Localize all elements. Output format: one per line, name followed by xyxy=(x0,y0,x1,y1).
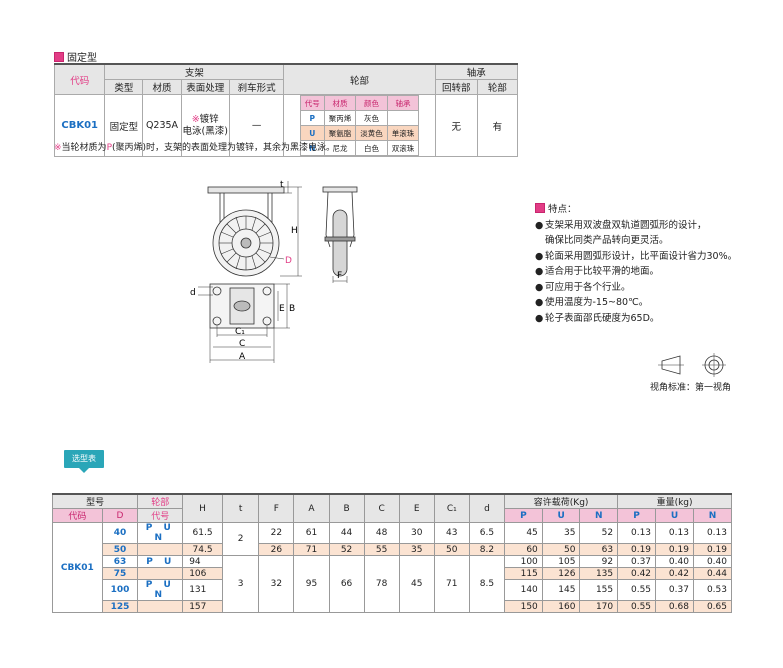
table-row: 50 74.5 26 71 52 55 35 50 8.2 60 50 63 0… xyxy=(53,543,733,556)
dim-t: t xyxy=(280,180,284,190)
feature-item: ● 支架采用双波盘双轨道圆弧形的设计， xyxy=(535,219,707,231)
selection-table-tag[interactable]: 选型表 xyxy=(64,450,104,473)
dim-c1: C₁ xyxy=(235,327,245,337)
spec-header-bearing: 轴承 xyxy=(434,63,519,80)
side-mount-plate xyxy=(322,186,358,193)
mount-plate xyxy=(207,186,285,194)
spec-wheel-part: 有 xyxy=(476,94,519,157)
spec-header-swivel: 回转部 xyxy=(434,79,478,95)
feature-item: ● 适合用于比较平滑的地面。 xyxy=(535,266,660,277)
spec-header-bracket: 支架 xyxy=(104,63,285,80)
spec-header-wheel-part: 轮部 xyxy=(476,79,519,95)
caster-drawing: t H D F d E B C₁ C A xyxy=(190,180,358,363)
header-weight: 重量(kg) xyxy=(617,493,732,509)
spec-header-wheel: 轮部 xyxy=(283,63,436,95)
dim-f: F xyxy=(337,271,342,281)
header-load: 容许载荷(Kg) xyxy=(504,493,619,509)
section-title: 固定型 xyxy=(54,49,97,64)
section-square-icon xyxy=(54,52,64,62)
wheel-row-u: U 聚氨脂 淡黄色 单滚珠 xyxy=(299,125,420,141)
spec-header-type: 类型 xyxy=(104,79,144,95)
dim-e: E xyxy=(279,304,285,314)
table-row: CBK01 40 P U N 61.5 2 22 61 44 48 30 43 … xyxy=(52,522,733,613)
feature-item: ● 轮子表面邵氏硬度为65D。 xyxy=(535,312,660,324)
surface-mark: ※ xyxy=(191,113,200,125)
wheel-row-p: P 聚丙烯 灰色 xyxy=(299,110,420,126)
spec-header-material: 材质 xyxy=(142,79,182,95)
dim-c: C xyxy=(239,339,245,349)
row-code: CBK01 xyxy=(52,522,103,613)
feature-item: ● 使用温度为-15~80℃。 xyxy=(535,297,649,308)
selection-table: 型号 轮部 H t F A B C E C₁ d 容许载荷(Kg) 重量(kg)… xyxy=(51,493,733,613)
dim-d: d xyxy=(190,288,196,298)
feature-item: ● 可应用于各个行业。 xyxy=(535,281,631,293)
projection-label: 视角标准：第一视角 xyxy=(650,383,732,393)
dim-a: A xyxy=(239,352,246,362)
features-title: 特点： xyxy=(535,202,737,218)
dim-d-wheel: D xyxy=(285,256,292,266)
feature-item: 确保比同类产品转向更灵活。 xyxy=(545,235,669,246)
material-note: ※当轮材质为P(聚丙烯)时，支架的表面处理为镀锌，其余为黑漆电泳。 xyxy=(54,143,336,153)
first-angle-projection-icon xyxy=(658,353,726,377)
feature-item: ● 轮面采用圆弧形设计，比平面设计省力30%。 xyxy=(535,250,738,262)
header-model: 型号 xyxy=(51,493,139,509)
spec-header-brake: 刹车形式 xyxy=(228,79,285,95)
header-wheel: 轮部 xyxy=(137,493,184,509)
table-row: 63 P U 94 3 32 95 66 78 45 71 8.5 100 10… xyxy=(53,555,733,613)
dim-b: B xyxy=(289,304,295,314)
spec-header-code: 代码 xyxy=(53,63,106,95)
side-wheel xyxy=(332,209,348,277)
spec-swivel: 无 xyxy=(434,94,478,157)
dim-h: H xyxy=(291,226,298,236)
features-square-icon xyxy=(535,203,545,213)
features-list: 特点： ● 支架采用双波盘双轨道圆弧形的设计， 确保比同类产品转向更灵活。 ● 轮面… xyxy=(535,202,737,326)
spec-header-surface: 表面处理 xyxy=(180,79,230,95)
